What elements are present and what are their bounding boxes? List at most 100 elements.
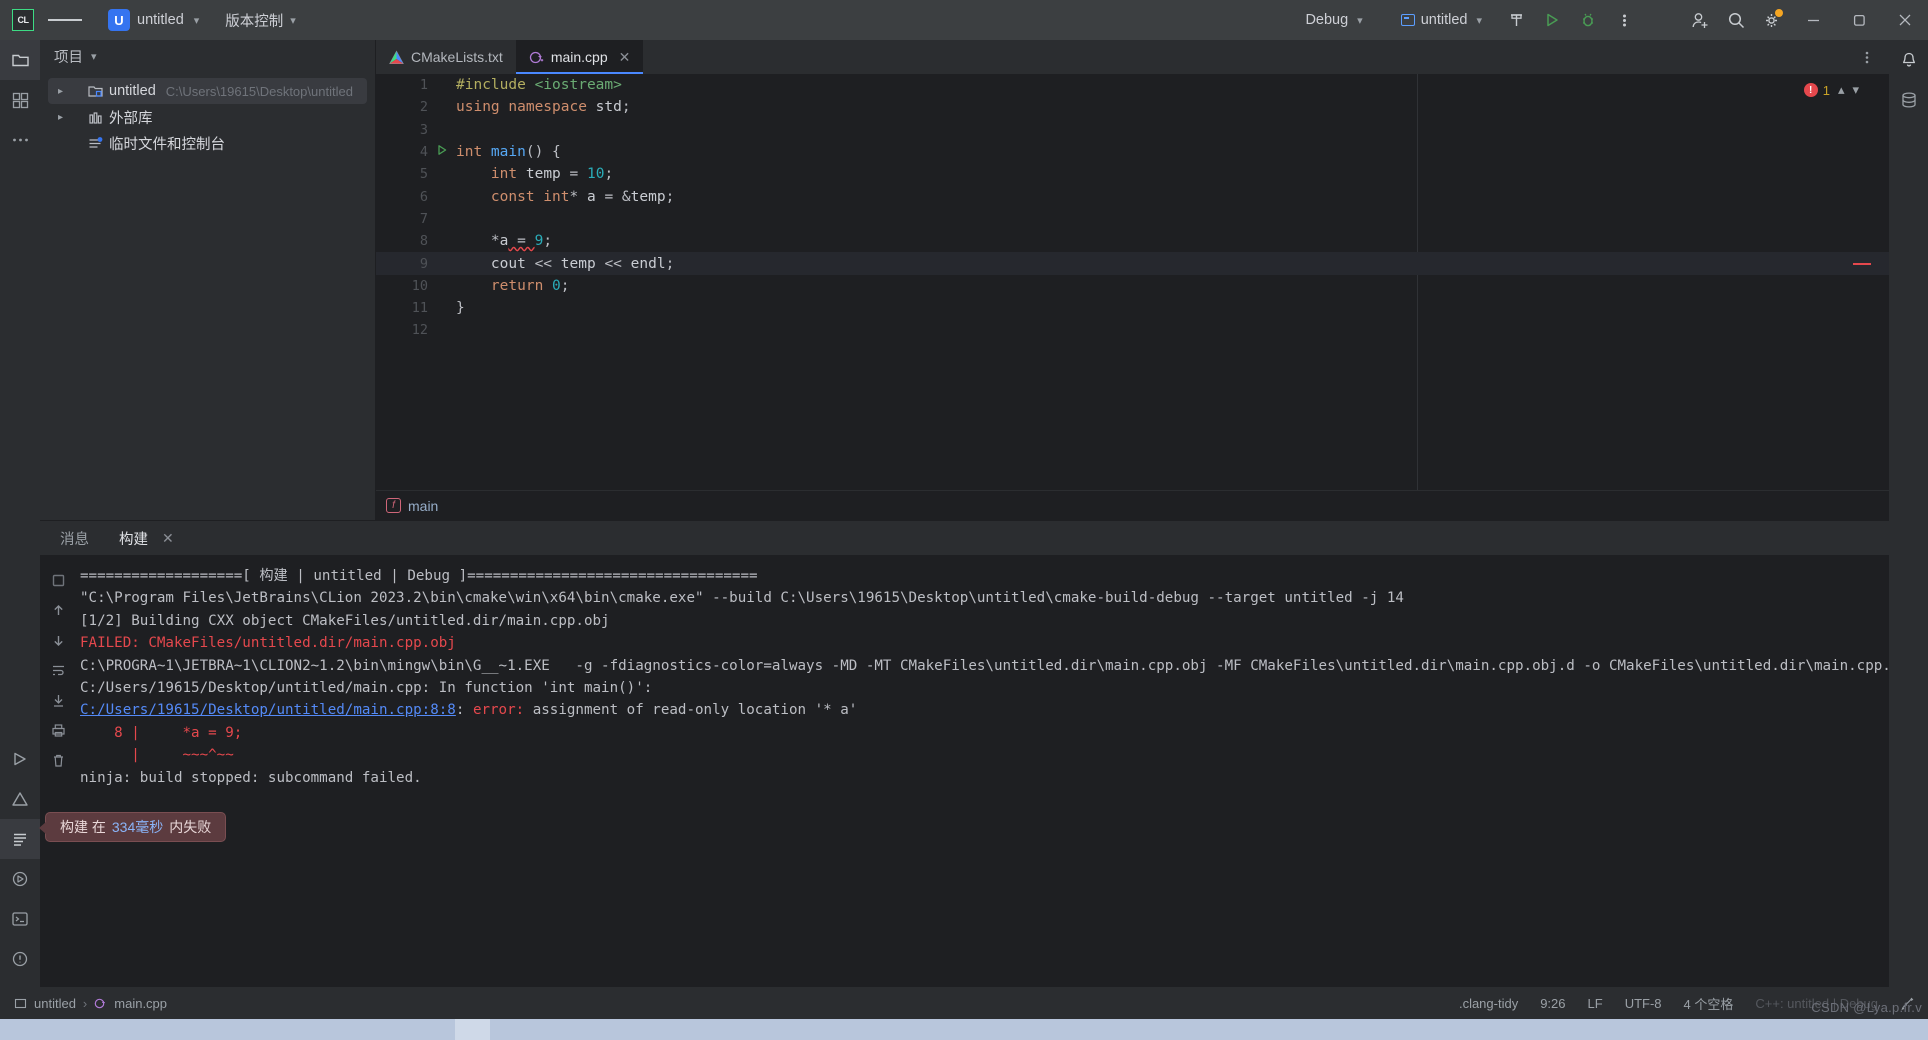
editor-options-button[interactable] (1853, 40, 1881, 74)
code-line[interactable]: 5 int temp = 10; (376, 163, 1889, 185)
search-button[interactable] (1718, 0, 1754, 40)
build-tab-label: 构建 (119, 531, 148, 548)
status-line-separator[interactable]: LF (1588, 996, 1603, 1011)
status-breadcrumb-project[interactable]: untitled (34, 996, 76, 1011)
chevron-right-icon[interactable]: ▸ (58, 86, 63, 97)
close-tab-icon[interactable]: ✕ (162, 530, 174, 547)
next-occurrence-button[interactable] (43, 625, 73, 655)
inspection-status-widget[interactable]: ! 1 ▴ ▾ (1803, 82, 1859, 98)
scroll-to-end-button[interactable] (43, 685, 73, 715)
tool-window-terminal[interactable] (0, 899, 40, 939)
close-tab-icon[interactable]: ✕ (619, 49, 631, 66)
console-line-failed: FAILED: CMakeFiles/untitled.dir/main.cpp… (80, 635, 456, 652)
soft-wrap-button[interactable] (43, 655, 73, 685)
build-panel-tabs: 消息 构建 ✕ (40, 521, 1889, 559)
line-number: 2 (419, 99, 428, 116)
editor-tab-bar: CMakeLists.txt main.cpp ✕ (376, 40, 1889, 74)
editor-tab-cmakelists[interactable]: CMakeLists.txt (376, 40, 516, 74)
console-line: 8 | *a = 9; (80, 724, 243, 741)
close-button[interactable] (1882, 0, 1928, 40)
project-name-label: untitled (137, 12, 184, 28)
status-indent[interactable]: 4 个空格 (1684, 994, 1734, 1013)
status-clang-tidy[interactable]: .clang-tidy (1459, 996, 1518, 1011)
run-button[interactable] (1534, 0, 1570, 40)
editor-breadcrumb[interactable]: f main (376, 490, 1889, 520)
chevron-right-icon[interactable]: ▸ (58, 112, 63, 123)
code-editor[interactable]: 1 #include <iostream> 2 using namespace st… (376, 74, 1889, 520)
console-line: ninja: build stopped: subcommand failed. (80, 769, 422, 786)
tool-window-project[interactable] (0, 40, 40, 80)
code-line[interactable]: 3 (376, 119, 1889, 141)
tool-window-notifications[interactable] (0, 939, 40, 979)
project-panel-header[interactable]: 项目 ▾ (40, 40, 375, 72)
editor-tab-main-cpp[interactable]: main.cpp ✕ (515, 40, 644, 74)
tool-window-structure[interactable] (0, 80, 40, 120)
clear-all-button[interactable] (43, 745, 73, 775)
line-text: #include <iostream> (456, 77, 622, 94)
run-configuration-label: untitled (1420, 12, 1468, 28)
add-account-button[interactable] (1682, 0, 1718, 40)
code-line[interactable]: 10 return 0; (376, 275, 1889, 297)
version-control-button[interactable]: 版本控制 ▾ (225, 10, 296, 31)
error-count-label: 1 (1822, 82, 1830, 98)
tool-window-build[interactable] (0, 819, 40, 859)
print-button[interactable] (43, 715, 73, 745)
minimize-button[interactable] (1790, 0, 1836, 40)
database-button[interactable] (1889, 80, 1928, 120)
run-configuration-selector[interactable]: untitled ▾ (1393, 8, 1490, 32)
console-error-text: assignment of read-only location '* a' (524, 702, 858, 719)
code-line[interactable]: 8 *a = 9; (376, 230, 1889, 252)
tree-node-external-libraries[interactable]: ▸ 外部库 (40, 104, 375, 130)
maximize-button[interactable] (1836, 0, 1882, 40)
build-tab-messages[interactable]: 消息 (58, 521, 91, 556)
build-console-output[interactable]: ===================[ 构建 | untitled | Deb… (80, 565, 1889, 999)
cmake-icon (389, 49, 404, 64)
run-gutter-icon[interactable] (428, 144, 456, 160)
main-menu-button[interactable] (48, 0, 82, 40)
line-text: return 0; (490, 277, 570, 294)
next-problem-icon[interactable]: ▾ (1852, 82, 1859, 98)
code-line-current[interactable]: 9 cout << temp << endl; (376, 252, 1889, 275)
more-actions-button[interactable] (1606, 0, 1642, 40)
previous-problem-icon[interactable]: ▴ (1838, 82, 1845, 98)
watermark: CSDN @Lya.p.fr.v (1811, 1000, 1922, 1015)
status-breadcrumb-file[interactable]: main.cpp (114, 996, 167, 1011)
titlebar-right-group: Debug ▾ untitled ▾ (1297, 0, 1928, 40)
status-caret-position[interactable]: 9:26 (1540, 996, 1565, 1011)
code-line[interactable]: 12 (376, 319, 1889, 341)
notifications-button[interactable] (1889, 40, 1928, 80)
tool-window-run[interactable] (0, 739, 40, 779)
code-lines: 1 #include <iostream> 2 using namespace st… (376, 74, 1889, 520)
line-text: *a = 9; (456, 233, 553, 250)
library-icon (89, 111, 102, 124)
build-button[interactable] (1498, 0, 1534, 40)
configuration-icon (1400, 14, 1415, 26)
console-error-link[interactable]: C:/Users/19615/Desktop/untitled/main.cpp… (80, 702, 456, 718)
tool-window-more[interactable] (0, 120, 40, 160)
build-profile-selector[interactable]: Debug ▾ (1297, 8, 1370, 32)
tree-node-untitled[interactable]: ▸ untitled C:\Users\19615\Desktop\untitl… (48, 78, 367, 104)
code-line[interactable]: 1 #include <iostream> (376, 74, 1889, 96)
console-line: ===================[ 构建 | untitled | Deb… (80, 568, 758, 584)
project-selector[interactable]: U untitled ▾ (100, 5, 207, 35)
tool-window-problems[interactable] (0, 779, 40, 819)
settings-button[interactable] (1754, 0, 1790, 40)
build-profile-label: Debug (1305, 12, 1349, 28)
stop-button[interactable] (43, 565, 73, 595)
code-line[interactable]: 6 const int* a = &temp; (376, 185, 1889, 207)
code-line[interactable]: 11} (376, 297, 1889, 319)
tree-node-label: untitled (109, 83, 156, 99)
status-encoding[interactable]: UTF-8 (1625, 996, 1662, 1011)
breadcrumb-label: main (408, 497, 439, 514)
line-text: cout << temp << endl; (490, 255, 675, 272)
debug-button[interactable] (1570, 0, 1606, 40)
code-line[interactable]: 2 using namespace std; (376, 96, 1889, 118)
taskbar-segment (455, 1019, 490, 1040)
tool-window-services[interactable] (0, 859, 40, 899)
code-line[interactable]: 7 (376, 208, 1889, 230)
code-line[interactable]: 4 int main() { (376, 141, 1889, 163)
previous-occurrence-button[interactable] (43, 595, 73, 625)
tree-node-scratches[interactable]: 临时文件和控制台 (40, 130, 375, 156)
line-number: 8 (419, 233, 428, 250)
build-tab-build[interactable]: 构建 ✕ (111, 521, 182, 559)
